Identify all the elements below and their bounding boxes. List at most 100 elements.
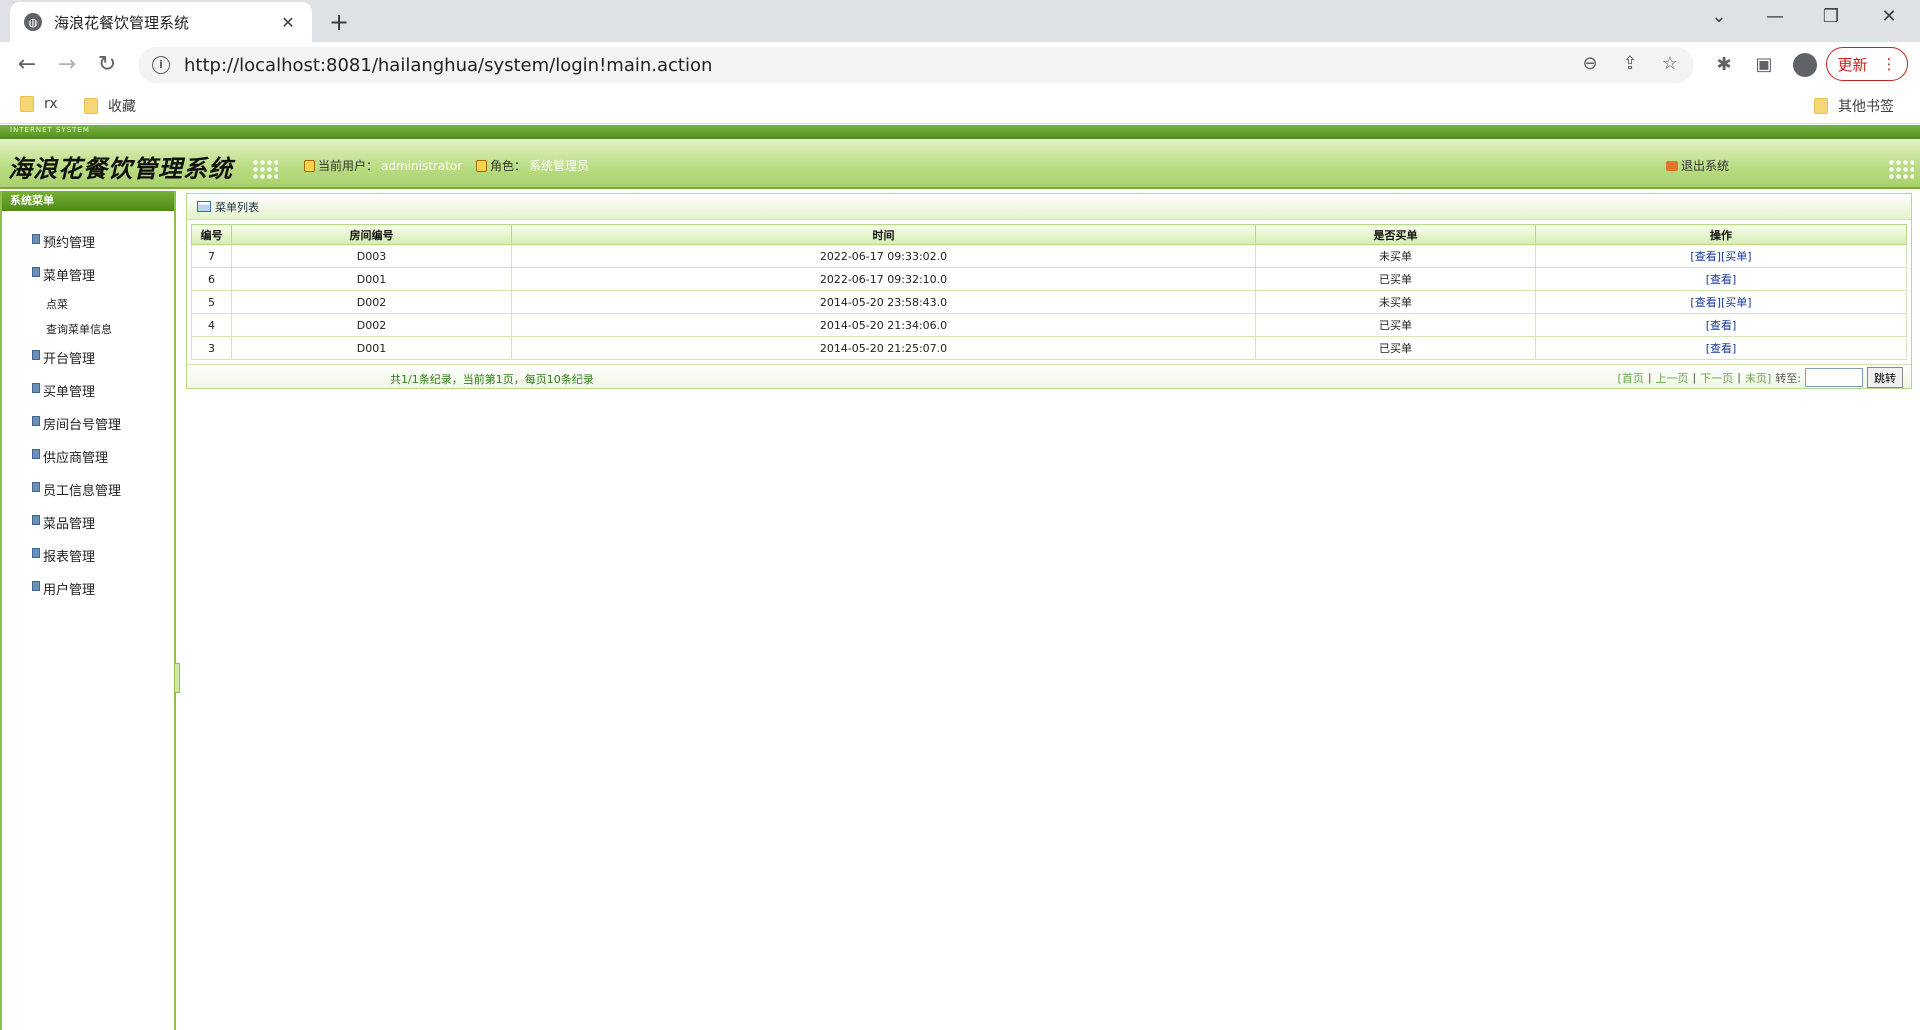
col-paid: 是否买单	[1255, 224, 1536, 245]
cell-time: 2014-05-20 23:58:43.0	[511, 290, 1256, 314]
goto-button[interactable]: 跳转	[1867, 367, 1903, 388]
role-lock-icon	[476, 159, 487, 172]
cell-room: D002	[231, 313, 512, 337]
row-actions-link[interactable]: [查看][买单]	[1690, 250, 1751, 263]
sidebar-item-suppliers[interactable]: 供应商管理	[2, 440, 174, 473]
sidebar-menu: 预约管理 菜单管理 点菜 查询菜单信息 开台管理 买单管理 房间台号管理 供应商…	[2, 211, 174, 605]
close-tab-icon[interactable]: ✕	[278, 13, 298, 32]
cell-room: D001	[231, 336, 512, 360]
sidebar-item-reports[interactable]: 报表管理	[2, 539, 174, 572]
cell-id: 6	[191, 267, 232, 291]
pagination-nav: [首页 | 上一页 | 下一页 | 末页] 转至: 跳转	[1618, 367, 1903, 388]
restore-icon[interactable]: ❐	[1808, 6, 1854, 27]
url-text[interactable]: http://localhost:8081/hailanghua/system/…	[184, 55, 712, 76]
cell-ops: [查看]	[1535, 336, 1907, 360]
pager-separator: |	[1737, 371, 1741, 384]
sidebar-item-reservation[interactable]: 预约管理	[2, 225, 174, 258]
logout-label: 退出系统	[1681, 159, 1730, 173]
reload-icon[interactable]: ↻	[92, 50, 122, 80]
cell-id: 3	[191, 336, 232, 360]
cell-time: 2022-06-17 09:33:02.0	[511, 244, 1256, 268]
table-row: 3 D001 2014-05-20 21:25:07.0 已买单 [查看]	[191, 336, 1907, 360]
row-actions-link[interactable]: [查看]	[1706, 273, 1737, 286]
tab-search-icon[interactable]: ⌄	[1696, 6, 1742, 27]
folder-icon	[20, 96, 34, 112]
other-bookmarks[interactable]: 其他书签	[1814, 96, 1894, 116]
cell-paid: 未买单	[1255, 290, 1536, 314]
logout-link[interactable]: 退出系统	[1666, 157, 1729, 174]
browser-toolbar: ← → ↻ i http://localhost:8081/hailanghua…	[0, 42, 1920, 88]
minimize-icon[interactable]: —	[1752, 6, 1798, 27]
prev-page-link[interactable]: 上一页	[1656, 370, 1689, 386]
zoom-icon[interactable]: ⊖	[1578, 53, 1602, 74]
sidebar-item-users[interactable]: 用户管理	[2, 572, 174, 605]
pagination-summary: 共1/1条纪录，当前第1页，每页10条纪录	[390, 373, 594, 386]
sidebar-splitter[interactable]	[174, 663, 180, 693]
more-menu-icon: ⋮	[1881, 55, 1897, 73]
table-row: 7 D003 2022-06-17 09:33:02.0 未买单 [查看][买单…	[191, 244, 1907, 268]
cell-room: D001	[231, 267, 512, 291]
goto-page-input[interactable]	[1805, 368, 1863, 387]
table-row: 5 D002 2014-05-20 23:58:43.0 未买单 [查看][买单…	[191, 290, 1907, 314]
row-actions-link[interactable]: [查看]	[1706, 342, 1737, 355]
list-icon	[197, 201, 211, 212]
cell-id: 4	[191, 313, 232, 337]
cell-room: D002	[231, 290, 512, 314]
sidebar-item-label: 买单管理	[43, 385, 96, 400]
sidebar-item-rooms[interactable]: 房间台号管理	[2, 407, 174, 440]
doc-icon	[32, 233, 40, 244]
col-id: 编号	[191, 224, 232, 245]
sidebar-item-employees[interactable]: 员工信息管理	[2, 473, 174, 506]
update-button[interactable]: 更新 ⋮	[1826, 47, 1908, 81]
new-tab-button[interactable]: +	[326, 8, 352, 36]
bookmark-star-icon[interactable]: ☆	[1658, 53, 1682, 74]
profile-avatar[interactable]	[1793, 53, 1817, 77]
doc-icon	[32, 580, 40, 591]
row-actions-link[interactable]: [查看][买单]	[1690, 296, 1751, 309]
last-page-link[interactable]: 末页]	[1745, 370, 1771, 386]
back-arrow-icon[interactable]: ←	[12, 50, 42, 80]
current-user-label: 当前用户：	[318, 159, 379, 173]
top-strip: INTERNET SYSTEM	[0, 125, 1920, 139]
window-close-icon[interactable]: ✕	[1866, 6, 1912, 27]
tab-title: 海浪花餐饮管理系统	[54, 13, 190, 32]
bookmark-favorites[interactable]: 收藏	[84, 96, 136, 116]
sidebar-item-label: 预约管理	[43, 236, 96, 251]
extensions-icon[interactable]: ✱	[1712, 54, 1736, 75]
sidebar-item-menu-management[interactable]: 菜单管理	[2, 258, 174, 291]
sidebar-item-label: 查询菜单信息	[46, 322, 112, 336]
table-row: 6 D001 2022-06-17 09:32:10.0 已买单 [查看]	[191, 267, 1907, 291]
doc-icon	[32, 349, 40, 360]
sidebar-item-dishes[interactable]: 菜品管理	[2, 506, 174, 539]
bookmarks-bar: rx 收藏 其他书签	[0, 88, 1920, 124]
web-page: INTERNET SYSTEM 海浪花餐饮管理系统 当前用户： administ…	[0, 125, 1920, 1030]
doc-icon	[32, 448, 40, 459]
current-user-info: 当前用户： administrator	[304, 157, 462, 174]
site-info-icon[interactable]: i	[152, 56, 170, 74]
share-icon[interactable]: ⇪	[1618, 53, 1642, 74]
row-actions-link[interactable]: [查看]	[1706, 319, 1737, 332]
browser-tab[interactable]: ◍ 海浪花餐饮管理系统 ✕	[10, 2, 312, 42]
panel-header: 菜单列表	[187, 194, 1911, 220]
bookmark-rx[interactable]: rx	[20, 96, 58, 112]
forward-arrow-icon[interactable]: →	[52, 50, 82, 80]
globe-icon: ◍	[24, 13, 42, 31]
first-page-link[interactable]: [首页	[1618, 370, 1644, 386]
goto-label: 转至:	[1775, 371, 1801, 385]
menu-table: 编号 房间编号 时间 是否买单 操作 7 D003 2022-06-17 09:…	[191, 224, 1907, 360]
doc-icon	[32, 415, 40, 426]
next-page-link[interactable]: 下一页	[1700, 370, 1733, 386]
sidebar-subitem-query-menu[interactable]: 查询菜单信息	[2, 316, 174, 341]
menu-list-panel: 菜单列表 编号 房间编号 时间 是否买单 操作 7 D003 2022-06-1…	[186, 193, 1912, 389]
sidebar-item-label: 供应商管理	[43, 451, 109, 466]
sidebar-item-open-table[interactable]: 开台管理	[2, 341, 174, 374]
sidebar-subitem-order[interactable]: 点菜	[2, 291, 174, 316]
main-content: 菜单列表 编号 房间编号 时间 是否买单 操作 7 D003 2022-06-1…	[186, 193, 1912, 389]
sidebar-item-checkout[interactable]: 买单管理	[2, 374, 174, 407]
cell-id: 5	[191, 290, 232, 314]
address-bar[interactable]: i http://localhost:8081/hailanghua/syste…	[138, 47, 1694, 83]
sidebar-item-label: 菜单管理	[43, 269, 96, 284]
col-ops: 操作	[1535, 224, 1907, 245]
side-panel-icon[interactable]: ▣	[1752, 54, 1776, 75]
pager-separator: |	[1692, 371, 1697, 384]
